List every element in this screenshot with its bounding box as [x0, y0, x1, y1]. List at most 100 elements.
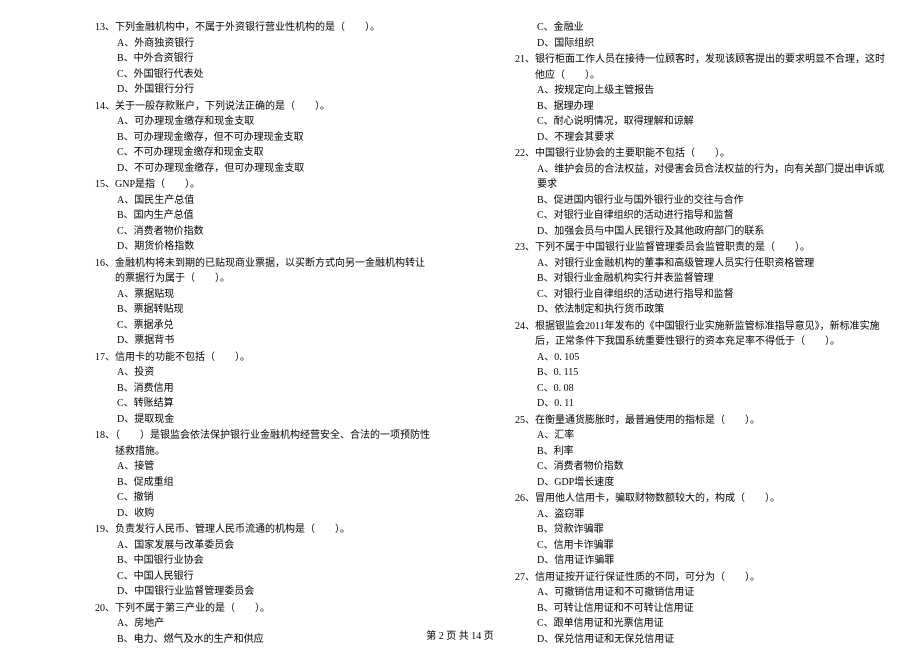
question-14: 14、关于一般存款账户，下列说法正确的是（ ）。 A、可办理现金缴存和现金支取 … [95, 99, 430, 177]
option-c: C、耐心说明情况，取得理解和谅解 [537, 114, 890, 130]
question-title: 16、金融机构将未到期的已贴现商业票据，以买断方式向另一金融机构转让的票据行为属… [95, 256, 430, 287]
option-a: A、按规定向上级主管报告 [537, 83, 890, 99]
question-23: 23、下列不属于中国银行业监督管理委员会监管职责的是（ ）。 A、对银行业金融机… [515, 240, 890, 318]
option-c: C、中国人民银行 [117, 569, 430, 585]
question-16: 16、金融机构将未到期的已贴现商业票据，以买断方式向另一金融机构转让的票据行为属… [95, 256, 430, 349]
option-a: A、盗窃罪 [537, 507, 890, 523]
option-c: C、对银行业自律组织的活动进行指导和监督 [537, 287, 890, 303]
option-b: B、促成重组 [117, 475, 430, 491]
option-d: D、不可办理现金缴存，但可办理现金支取 [117, 161, 430, 177]
option-b: B、对银行业金融机构实行并表监督管理 [537, 271, 890, 287]
question-26: 26、冒用他人信用卡，骗取财物数额较大的，构成（ ）。 A、盗窃罪 B、贷款诈骗… [515, 491, 890, 569]
question-13: 13、下列金融机构中，不属于外资银行营业性机构的是（ ）。 A、外商独资银行 B… [95, 20, 430, 98]
question-options: A、国民生产总值 B、国内生产总值 C、消费者物价指数 D、期货价格指数 [95, 193, 430, 255]
question-17: 17、信用卡的功能不包括（ ）。 A、投资 B、消费信用 C、转账结算 D、提取… [95, 350, 430, 428]
option-a: A、票据贴现 [117, 287, 430, 303]
option-b: B、中国银行业协会 [117, 553, 430, 569]
option-c: C、转账结算 [117, 396, 430, 412]
question-options: A、外商独资银行 B、中外合资银行 C、外国银行代表处 D、外国银行分行 [95, 36, 430, 98]
question-options: A、可办理现金缴存和现金支取 B、可办理现金缴存，但不可办理现金支取 C、不可办… [95, 114, 430, 176]
option-c: C、消费者物价指数 [537, 459, 890, 475]
option-d: D、信用证诈骗罪 [537, 553, 890, 569]
option-d: D、GDP增长速度 [537, 475, 890, 491]
question-title: 15、GNP是指（ ）。 [95, 177, 430, 193]
question-options: A、对银行业金融机构的董事和高级管理人员实行任职资格管理 B、对银行业金融机构实… [515, 256, 890, 318]
option-c: C、不可办理现金缴存和现金支取 [117, 145, 430, 161]
question-title: 24、根据银监会2011年发布的《中国银行业实施新监管标准指导意见》，新标准实施… [515, 319, 890, 350]
left-column: 13、下列金融机构中，不属于外资银行营业性机构的是（ ）。 A、外商独资银行 B… [0, 20, 460, 648]
question-options: A、票据贴现 B、票据转贴现 C、票据承兑 D、票据背书 [95, 287, 430, 349]
option-c: C、信用卡诈骗罪 [537, 538, 890, 554]
option-a: A、外商独资银行 [117, 36, 430, 52]
option-a: A、可撤销信用证和不可撤销信用证 [537, 585, 890, 601]
question-title: 13、下列金融机构中，不属于外资银行营业性机构的是（ ）。 [95, 20, 430, 36]
question-options: A、接管 B、促成重组 C、撤销 D、收购 [95, 459, 430, 521]
question-options: A、国家发展与改革委员会 B、中国银行业协会 C、中国人民银行 D、中国银行业监… [95, 538, 430, 600]
question-title: 23、下列不属于中国银行业监督管理委员会监管职责的是（ ）。 [515, 240, 890, 256]
question-options: A、按规定向上级主管报告 B、据理办理 C、耐心说明情况，取得理解和谅解 D、不… [515, 83, 890, 145]
question-title: 18、（ ）是银监会依法保护银行业金融机构经营安全、合法的一项预防性拯救措施。 [95, 428, 430, 459]
question-title: 20、下列不属于第三产业的是（ ）。 [95, 601, 430, 617]
option-b: B、国内生产总值 [117, 208, 430, 224]
question-title: 26、冒用他人信用卡，骗取财物数额较大的，构成（ ）。 [515, 491, 890, 507]
option-b: B、0. 115 [537, 365, 890, 381]
option-b: B、促进国内银行业与国外银行业的交往与合作 [537, 193, 890, 209]
option-d: D、不理会其要求 [537, 130, 890, 146]
option-b: B、据理办理 [537, 99, 890, 115]
option-b: B、中外合资银行 [117, 51, 430, 67]
option-c: C、0. 08 [537, 381, 890, 397]
question-title: 14、关于一般存款账户，下列说法正确的是（ ）。 [95, 99, 430, 115]
option-a: A、国民生产总值 [117, 193, 430, 209]
question-title: 19、负责发行人民币、管理人民币流通的机构是（ ）。 [95, 522, 430, 538]
option-b: B、贷款诈骗罪 [537, 522, 890, 538]
option-d: D、加强会员与中国人民银行及其他政府部门的联系 [537, 224, 890, 240]
exam-page: 13、下列金融机构中，不属于外资银行营业性机构的是（ ）。 A、外商独资银行 B… [0, 0, 920, 648]
option-a: A、可办理现金缴存和现金支取 [117, 114, 430, 130]
question-title: 21、银行柜面工作人员在接待一位顾客时，发现该顾客提出的要求明显不合理，这时他应… [515, 52, 890, 83]
option-b: B、票据转贴现 [117, 302, 430, 318]
question-options: C、金融业 D、国际组织 [515, 20, 890, 51]
option-a: A、0. 105 [537, 350, 890, 366]
question-title: 27、信用证按开证行保证性质的不同，可分为（ ）。 [515, 570, 890, 586]
option-b: B、可办理现金缴存，但不可办理现金支取 [117, 130, 430, 146]
question-20-cont: C、金融业 D、国际组织 [515, 20, 890, 51]
option-a: A、接管 [117, 459, 430, 475]
option-c: C、对银行业自律组织的活动进行指导和监督 [537, 208, 890, 224]
question-22: 22、中国银行业协会的主要职能不包括（ ）。 A、维护会员的合法权益，对侵害会员… [515, 146, 890, 239]
question-options: A、0. 105 B、0. 115 C、0. 08 D、0. 11 [515, 350, 890, 412]
question-19: 19、负责发行人民币、管理人民币流通的机构是（ ）。 A、国家发展与改革委员会 … [95, 522, 430, 600]
question-title: 25、在衡量通货膨胀时，最普遍使用的指标是（ ）。 [515, 413, 890, 429]
page-footer: 第 2 页 共 14 页 [0, 627, 920, 642]
question-options: A、投资 B、消费信用 C、转账结算 D、提取现金 [95, 365, 430, 427]
option-d: D、外国银行分行 [117, 82, 430, 98]
question-options: A、维护会员的合法权益，对侵害会员合法权益的行为，向有关部门提出申诉或要求 B、… [515, 162, 890, 240]
option-d: D、提取现金 [117, 412, 430, 428]
option-a: A、汇率 [537, 428, 890, 444]
option-d: D、期货价格指数 [117, 239, 430, 255]
option-a: A、投资 [117, 365, 430, 381]
question-options: A、汇率 B、利率 C、消费者物价指数 D、GDP增长速度 [515, 428, 890, 490]
right-column: C、金融业 D、国际组织 21、银行柜面工作人员在接待一位顾客时，发现该顾客提出… [460, 20, 920, 648]
option-a: A、国家发展与改革委员会 [117, 538, 430, 554]
option-d: D、国际组织 [537, 36, 890, 52]
option-c: C、消费者物价指数 [117, 224, 430, 240]
option-d: D、票据背书 [117, 333, 430, 349]
question-title: 22、中国银行业协会的主要职能不包括（ ）。 [515, 146, 890, 162]
question-18: 18、（ ）是银监会依法保护银行业金融机构经营安全、合法的一项预防性拯救措施。 … [95, 428, 430, 521]
option-c: C、撤销 [117, 490, 430, 506]
question-24: 24、根据银监会2011年发布的《中国银行业实施新监管标准指导意见》，新标准实施… [515, 319, 890, 412]
option-c: C、金融业 [537, 20, 890, 36]
option-b: B、可转让信用证和不可转让信用证 [537, 601, 890, 617]
question-25: 25、在衡量通货膨胀时，最普遍使用的指标是（ ）。 A、汇率 B、利率 C、消费… [515, 413, 890, 491]
option-d: D、0. 11 [537, 396, 890, 412]
option-d: D、收购 [117, 506, 430, 522]
question-title: 17、信用卡的功能不包括（ ）。 [95, 350, 430, 366]
option-b: B、消费信用 [117, 381, 430, 397]
option-d: D、依法制定和执行货币政策 [537, 302, 890, 318]
question-21: 21、银行柜面工作人员在接待一位顾客时，发现该顾客提出的要求明显不合理，这时他应… [515, 52, 890, 145]
option-c: C、票据承兑 [117, 318, 430, 334]
option-c: C、外国银行代表处 [117, 67, 430, 83]
option-a: A、维护会员的合法权益，对侵害会员合法权益的行为，向有关部门提出申诉或要求 [537, 162, 890, 193]
question-15: 15、GNP是指（ ）。 A、国民生产总值 B、国内生产总值 C、消费者物价指数… [95, 177, 430, 255]
option-a: A、对银行业金融机构的董事和高级管理人员实行任职资格管理 [537, 256, 890, 272]
